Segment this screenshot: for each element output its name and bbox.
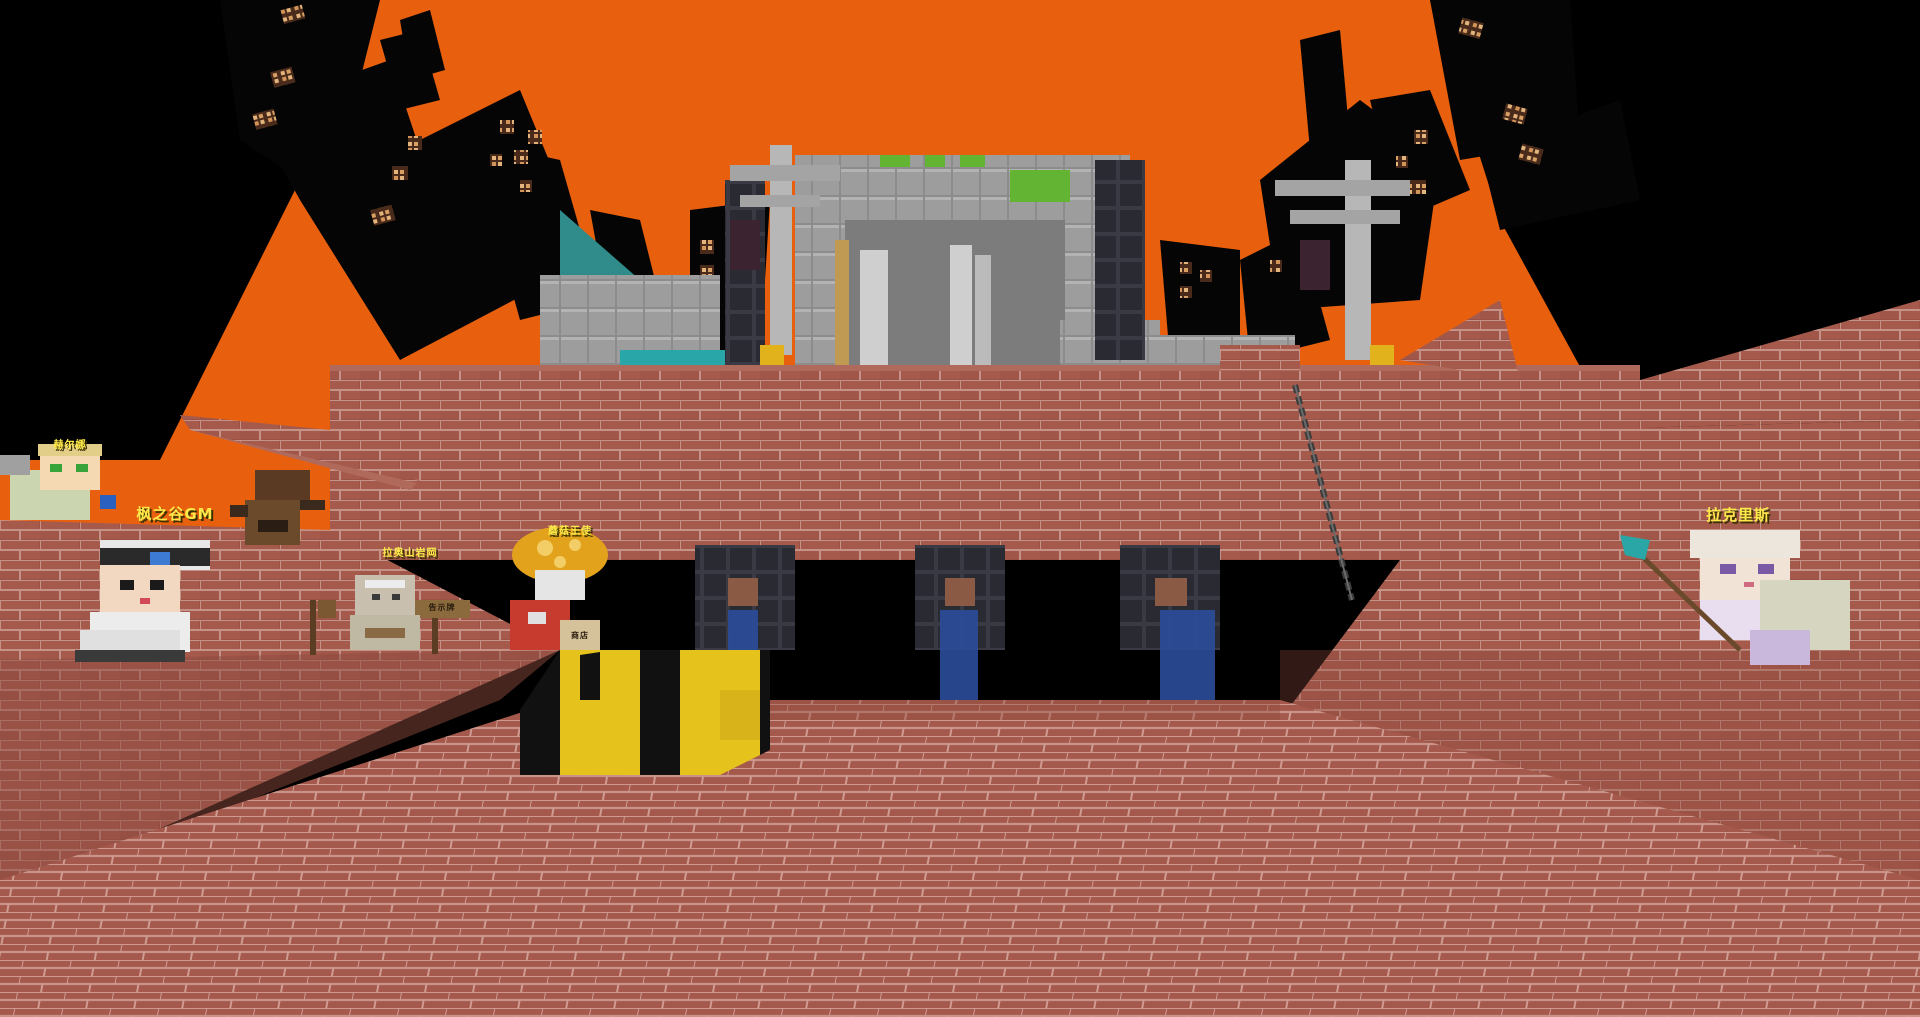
npc-5-hitbox[interactable] (1620, 525, 1860, 670)
hazard-blocks (520, 650, 770, 775)
npc-4-hitbox[interactable] (505, 530, 615, 655)
game-viewport[interactable]: 赫尔娜 枫之谷GM 拉奥山岩岡 蘑菇王使 拉克里斯 告示牌 商店 (0, 0, 1920, 1017)
signpost-hitbox[interactable] (300, 595, 475, 660)
world-render (0, 0, 1920, 1017)
npc-1-hitbox[interactable] (0, 440, 120, 530)
npc-nametag: 拉奥山岩岡 (382, 548, 438, 559)
npc-2-hitbox[interactable] (75, 530, 210, 665)
npc-nametag: 枫之谷GM (136, 505, 214, 523)
npc-nametag: 拉克里斯 (1705, 506, 1771, 524)
